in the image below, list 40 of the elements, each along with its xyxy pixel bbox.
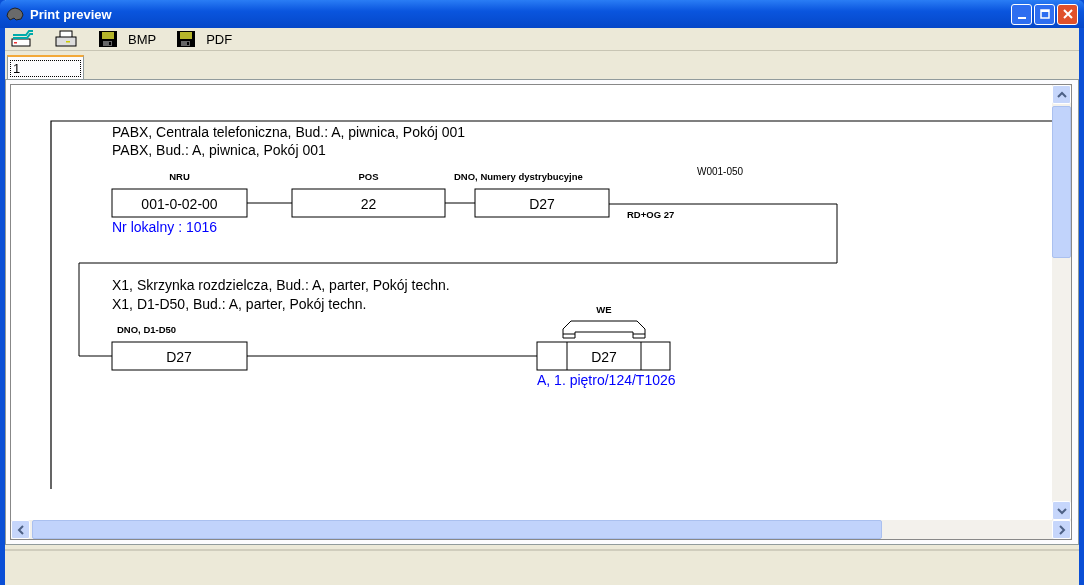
down-chevron-icon [1056, 506, 1067, 515]
node-caption: DNO, Numery dystrybucyjne [454, 171, 583, 182]
save-button[interactable]: PDF [173, 30, 236, 48]
horizontal-scrollbar[interactable] [10, 520, 1072, 540]
scroll-thumb[interactable] [32, 520, 882, 539]
wire-label: RD+OG 27 [627, 209, 675, 220]
scroll-down-button[interactable] [1052, 501, 1071, 520]
cable-label: W001-050 [697, 166, 744, 177]
up-chevron-icon [1056, 90, 1067, 99]
location-text: PABX, Centrala telefoniczna, Bud.: A, piwnica, Pokój 001 [112, 124, 466, 140]
scroll-left-button[interactable] [11, 520, 30, 539]
right-chevron-icon [1057, 524, 1066, 535]
maximize-button[interactable] [1034, 3, 1055, 25]
diagram-node: 22 [291, 188, 446, 218]
minimize-button[interactable] [1011, 3, 1032, 25]
close-button[interactable] [1057, 3, 1078, 25]
scroll-up-button[interactable] [1052, 85, 1071, 104]
node-caption: DNO, D1-D50 [117, 324, 177, 335]
scroll-thumb[interactable] [1052, 106, 1071, 258]
location-text: X1, Skrzynka rozdzielcza, Bud.: A, parter, Pokój techn. [112, 277, 450, 293]
scroll-right-button[interactable] [1052, 520, 1071, 539]
vertical-scrollbar[interactable] [1052, 85, 1071, 520]
close-icon [1062, 9, 1073, 19]
node-caption: POS [358, 171, 379, 182]
node-caption: NRU [169, 171, 190, 182]
minimize-icon [1017, 17, 1026, 19]
window-title: Print preview [30, 6, 112, 22]
location-text: PABX, Bud.: A, piwnica, Pokój 001 [112, 142, 326, 158]
location-text: X1, D1-D50, Bud.: A, parter, Pokój techn. [112, 296, 367, 312]
diagram-node: D27 [111, 341, 248, 371]
local-number-text: Nr lokalny : 1016 [112, 219, 218, 235]
maximize-icon [1039, 9, 1050, 19]
page-tab[interactable]: 1 [7, 55, 85, 79]
left-chevron-icon [16, 524, 25, 535]
telephone-icon [562, 320, 646, 339]
save-button[interactable]: BMP [95, 30, 160, 48]
diagram-node: 001-0-02-00 [111, 188, 248, 218]
diagram-node: D27 [474, 188, 610, 218]
outlet-node: D27 [536, 341, 671, 371]
outlet-caption: WE [596, 304, 612, 315]
